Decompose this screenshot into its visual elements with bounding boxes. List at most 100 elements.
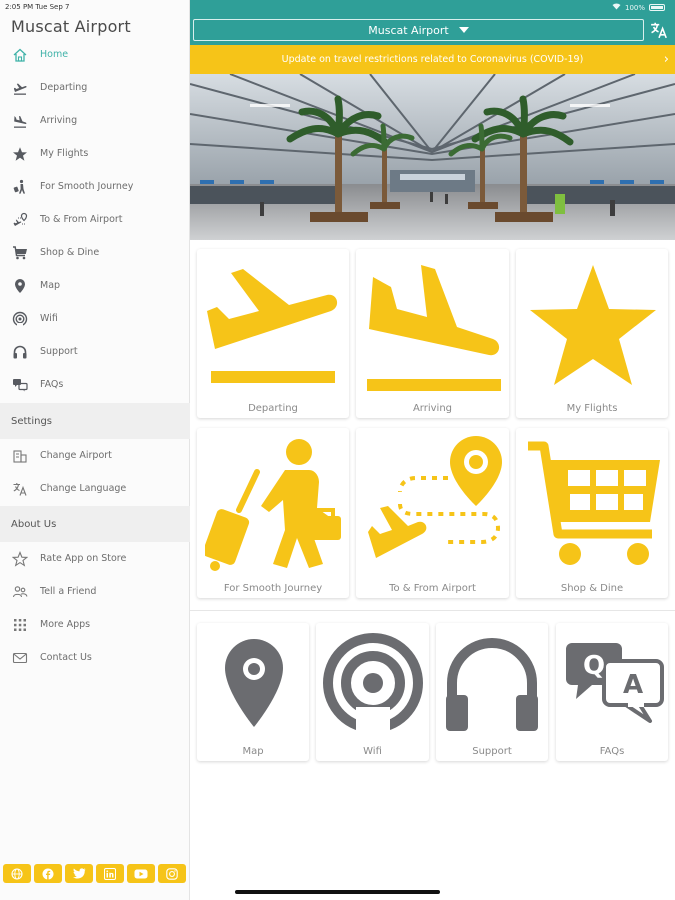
sidebar-item-faqs[interactable]: FAQs: [0, 368, 190, 401]
tile-label: Arriving: [412, 403, 453, 414]
sidebar-item-label: Support: [40, 346, 78, 357]
sidebar-item-smooth-journey[interactable]: For Smooth Journey: [0, 170, 190, 203]
tile-map[interactable]: Map: [197, 623, 309, 761]
status-time: 2:05 PM Tue Sep 7: [5, 3, 70, 11]
airport-selector[interactable]: Muscat Airport: [193, 19, 644, 41]
tile-label: Departing: [248, 403, 298, 414]
headphones-icon: [11, 343, 29, 361]
faq-a-letter: A: [623, 670, 643, 700]
tile-label: Support: [472, 746, 512, 757]
people-icon: [11, 583, 29, 601]
main-menu: Home Departing Arriving My Flights For S…: [0, 38, 190, 401]
sidebar-item-label: Change Language: [40, 483, 127, 494]
tile-wifi[interactable]: Wifi: [316, 623, 429, 761]
caret-down-icon: [458, 27, 469, 33]
sidebar-item-home[interactable]: Home: [0, 38, 190, 71]
sidebar-item-more-apps[interactable]: More Apps: [0, 608, 190, 641]
tile-my-flights[interactable]: My Flights: [516, 249, 668, 418]
sidebar-item-label: Wifi: [40, 313, 58, 324]
banner-text: Update on travel restrictions related to…: [281, 54, 584, 65]
globe-icon[interactable]: [3, 864, 31, 883]
sidebar-item-label: For Smooth Journey: [40, 181, 134, 192]
sidebar-item-my-flights[interactable]: My Flights: [0, 137, 190, 170]
wifi-icon: [323, 633, 423, 733]
linkedin-icon[interactable]: [96, 864, 124, 883]
home-indicator: [235, 890, 440, 894]
sidebar-item-label: Rate App on Store: [40, 553, 127, 564]
sidebar-item-label: More Apps: [40, 619, 91, 630]
sidebar-item-label: Shop & Dine: [40, 247, 100, 258]
youtube-icon[interactable]: [127, 864, 155, 883]
building-icon: [11, 447, 29, 465]
headphones-icon: [446, 638, 538, 731]
tile-smooth-journey[interactable]: For Smooth Journey: [197, 428, 349, 598]
sidebar-item-label: Change Airport: [40, 450, 112, 461]
faq-icon: Q A: [566, 643, 664, 723]
app-title: Muscat Airport: [11, 17, 131, 36]
sidebar-item-label: Tell a Friend: [40, 586, 97, 597]
sidebar-item-shop-dine[interactable]: Shop & Dine: [0, 236, 190, 269]
hero-airport-image: [190, 74, 675, 240]
app-screen: Muscat Airport Home Departing Arriving M…: [0, 0, 675, 900]
departing-plane-icon: [207, 269, 338, 383]
star-outline-icon: [11, 550, 29, 568]
tile-shop-dine[interactable]: Shop & Dine: [516, 428, 668, 598]
battery-icon: [649, 4, 665, 11]
traveler-icon: [11, 178, 29, 196]
wifi-signal-icon: [612, 3, 621, 12]
airport-selector-label: Muscat Airport: [368, 23, 449, 37]
social-links: [3, 864, 186, 883]
facebook-icon[interactable]: [34, 864, 62, 883]
tile-label: My Flights: [566, 403, 618, 414]
sidebar-item-arriving[interactable]: Arriving: [0, 104, 190, 137]
sidebar-item-map[interactable]: Map: [0, 269, 190, 302]
tile-label: To & From Airport: [389, 583, 476, 594]
sidebar-item-tell-friend[interactable]: Tell a Friend: [0, 575, 190, 608]
traveler-icon: [205, 439, 341, 571]
tile-label: FAQs: [599, 746, 625, 757]
sidebar-item-support[interactable]: Support: [0, 335, 190, 368]
sidebar-item-label: Contact Us: [40, 652, 92, 663]
twitter-icon[interactable]: [65, 864, 93, 883]
sidebar: Muscat Airport Home Departing Arriving M…: [0, 0, 190, 900]
tile-faqs[interactable]: Q A FAQs: [556, 623, 668, 761]
arriving-plane-icon: [11, 112, 29, 130]
sidebar-item-label: FAQs: [40, 379, 64, 390]
tile-arriving[interactable]: Arriving: [356, 249, 509, 418]
wifi-icon: [11, 310, 29, 328]
sidebar-item-label: My Flights: [40, 148, 89, 159]
tile-label: Wifi: [363, 746, 382, 757]
cart-icon: [11, 244, 29, 262]
sidebar-item-to-from-airport[interactable]: To & From Airport: [0, 203, 190, 236]
map-pin-icon: [11, 277, 29, 295]
tile-label: For Smooth Journey: [223, 583, 323, 594]
about-menu: Rate App on Store Tell a Friend More App…: [0, 542, 190, 674]
faq-q-letter: Q: [583, 651, 605, 681]
instagram-icon[interactable]: [158, 864, 186, 883]
sidebar-item-label: Map: [40, 280, 61, 291]
home-icon: [11, 46, 29, 64]
arriving-plane-icon: [367, 265, 501, 391]
route-icon: [368, 436, 502, 558]
sidebar-item-change-language[interactable]: Change Language: [0, 472, 190, 505]
sidebar-item-departing[interactable]: Departing: [0, 71, 190, 104]
sidebar-item-rate-app[interactable]: Rate App on Store: [0, 542, 190, 575]
settings-heading: Settings: [0, 403, 190, 439]
translate-icon: [11, 480, 29, 498]
status-bar: 2:05 PM Tue Sep 7 100%: [0, 0, 675, 14]
faq-icon: [11, 376, 29, 394]
covid-update-banner[interactable]: Update on travel restrictions related to…: [190, 45, 675, 74]
cart-icon: [528, 441, 660, 565]
sidebar-item-change-airport[interactable]: Change Airport: [0, 439, 190, 472]
tile-departing[interactable]: Departing: [197, 249, 349, 418]
mail-icon: [11, 649, 29, 667]
departing-plane-icon: [11, 79, 29, 97]
grid-icon: [11, 616, 29, 634]
sidebar-item-contact-us[interactable]: Contact Us: [0, 641, 190, 674]
tile-label: Shop & Dine: [560, 583, 624, 594]
translate-button[interactable]: [649, 20, 669, 40]
tile-support[interactable]: Support: [436, 623, 548, 761]
sidebar-item-wifi[interactable]: Wifi: [0, 302, 190, 335]
sidebar-item-label: Arriving: [40, 115, 78, 126]
tile-to-from-airport[interactable]: To & From Airport: [356, 428, 509, 598]
